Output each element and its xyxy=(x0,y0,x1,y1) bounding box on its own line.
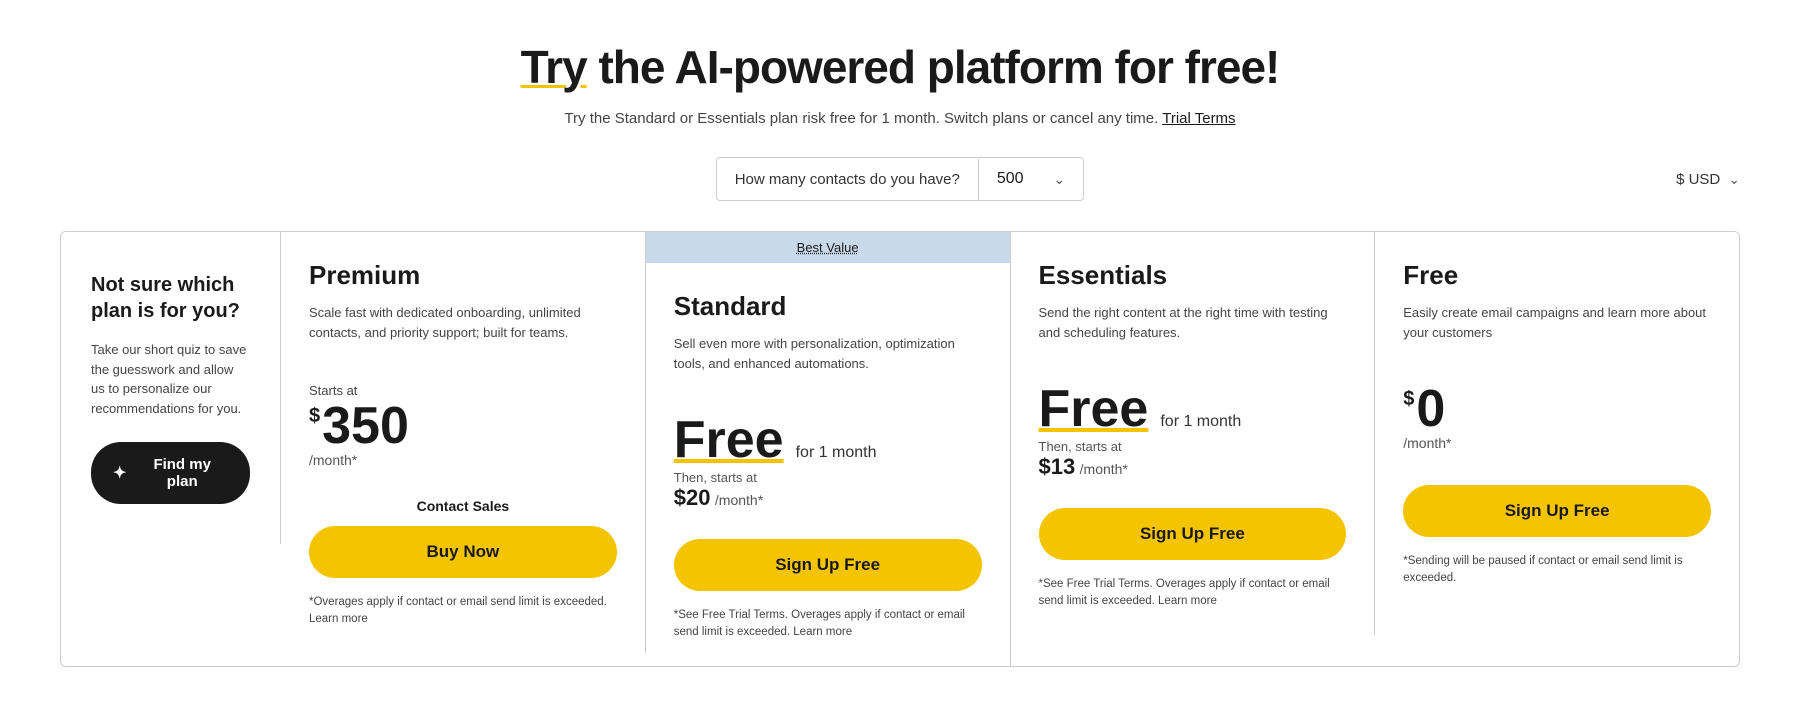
standard-price-section: Free for 1 month Then, starts at $20 /mo… xyxy=(674,414,982,511)
standard-then-price: $20 xyxy=(674,485,711,510)
subtitle: Try the Standard or Essentials plan risk… xyxy=(60,110,1740,127)
best-value-link[interactable]: Best Value xyxy=(797,240,859,255)
free-period: /month* xyxy=(1403,435,1711,457)
premium-disclaimer: *Overages apply if contact or email send… xyxy=(309,594,617,629)
standard-plan-name: Standard xyxy=(674,291,982,322)
contacts-dropdown[interactable]: 500 ⌄ xyxy=(979,158,1083,200)
free-price-main: $ 0 xyxy=(1403,383,1711,435)
essentials-free-suffix: for 1 month xyxy=(1160,413,1241,431)
star-icon: ✦ xyxy=(113,463,126,483)
title-try: Try xyxy=(521,41,587,93)
essentials-free-label: Free xyxy=(1039,383,1149,435)
page-header: Try the AI-powered platform for free! Tr… xyxy=(60,40,1740,127)
currency-chevron-icon: ⌄ xyxy=(1728,171,1740,188)
premium-period: /month* xyxy=(309,452,617,474)
essentials-then-starts: Then, starts at xyxy=(1039,439,1347,454)
plan-essentials: Essentials Send the right content at the… xyxy=(1011,232,1376,635)
currency-selector[interactable]: $ USD ⌄ xyxy=(1676,171,1740,188)
plan-standard: Best Value Standard Sell even more with … xyxy=(646,232,1011,666)
essentials-plan-desc: Send the right content at the right time… xyxy=(1039,303,1347,363)
premium-amount: 350 xyxy=(322,400,409,452)
essentials-then-period: /month* xyxy=(1080,461,1128,477)
standard-free-suffix: for 1 month xyxy=(796,444,877,462)
standard-then-starts: Then, starts at xyxy=(674,470,982,485)
standard-disclaimer: *See Free Trial Terms. Overages apply if… xyxy=(674,607,982,642)
free-amount: 0 xyxy=(1416,383,1445,435)
title-rest: the AI-powered platform for free! xyxy=(587,41,1280,93)
essentials-then-price-row: $13 /month* xyxy=(1039,454,1347,480)
premium-cta-button[interactable]: Buy Now xyxy=(309,526,617,578)
find-plan-button[interactable]: ✦ Find my plan xyxy=(91,442,250,504)
free-disclaimer: *Sending will be paused if contact or em… xyxy=(1403,553,1711,588)
quiz-heading: Not sure which plan is for you? xyxy=(91,272,250,324)
premium-plan-name: Premium xyxy=(309,260,617,291)
standard-cta-button[interactable]: Sign Up Free xyxy=(674,539,982,591)
premium-price-main: $ 350 xyxy=(309,400,617,452)
contacts-value: 500 xyxy=(997,170,1024,188)
quiz-panel: Not sure which plan is for you? Take our… xyxy=(61,232,281,544)
premium-currency: $ xyxy=(309,406,320,426)
currency-label: $ USD xyxy=(1676,171,1720,188)
page-title: Try the AI-powered platform for free! xyxy=(60,40,1740,94)
best-value-banner: Best Value xyxy=(646,232,1010,263)
essentials-then-price: $13 xyxy=(1039,454,1076,479)
contacts-chevron-icon: ⌄ xyxy=(1054,171,1066,188)
free-price-section: $ 0 /month* xyxy=(1403,383,1711,457)
controls-row: How many contacts do you have? 500 ⌄ $ U… xyxy=(60,157,1740,201)
standard-then-price-row: $20 /month* xyxy=(674,485,982,511)
standard-then-period: /month* xyxy=(715,492,763,508)
premium-starts-at: Starts at xyxy=(309,383,617,398)
free-currency: $ xyxy=(1403,389,1414,409)
plan-free: Free Easily create email campaigns and l… xyxy=(1375,232,1739,612)
find-plan-label: Find my plan xyxy=(136,456,228,490)
essentials-price-section: Free for 1 month Then, starts at $13 /mo… xyxy=(1039,383,1347,480)
essentials-plan-name: Essentials xyxy=(1039,260,1347,291)
essentials-disclaimer: *See Free Trial Terms. Overages apply if… xyxy=(1039,576,1347,611)
premium-plan-desc: Scale fast with dedicated onboarding, un… xyxy=(309,303,617,363)
quiz-body: Take our short quiz to save the guesswor… xyxy=(91,340,250,418)
contacts-label: How many contacts do you have? xyxy=(717,159,979,200)
free-plan-name: Free xyxy=(1403,260,1711,291)
contact-sales-text: Contact Sales xyxy=(309,498,617,514)
standard-free-label: Free xyxy=(674,414,784,466)
plans-section: Not sure which plan is for you? Take our… xyxy=(60,231,1740,667)
standard-plan-desc: Sell even more with personalization, opt… xyxy=(674,334,982,394)
free-cta-button[interactable]: Sign Up Free xyxy=(1403,485,1711,537)
plan-premium: Premium Scale fast with dedicated onboar… xyxy=(281,232,646,653)
essentials-cta-button[interactable]: Sign Up Free xyxy=(1039,508,1347,560)
free-plan-desc: Easily create email campaigns and learn … xyxy=(1403,303,1711,363)
contacts-selector[interactable]: How many contacts do you have? 500 ⌄ xyxy=(716,157,1085,201)
premium-price-section: Starts at $ 350 /month* xyxy=(309,383,617,474)
trial-terms-link[interactable]: Trial Terms xyxy=(1162,110,1235,127)
